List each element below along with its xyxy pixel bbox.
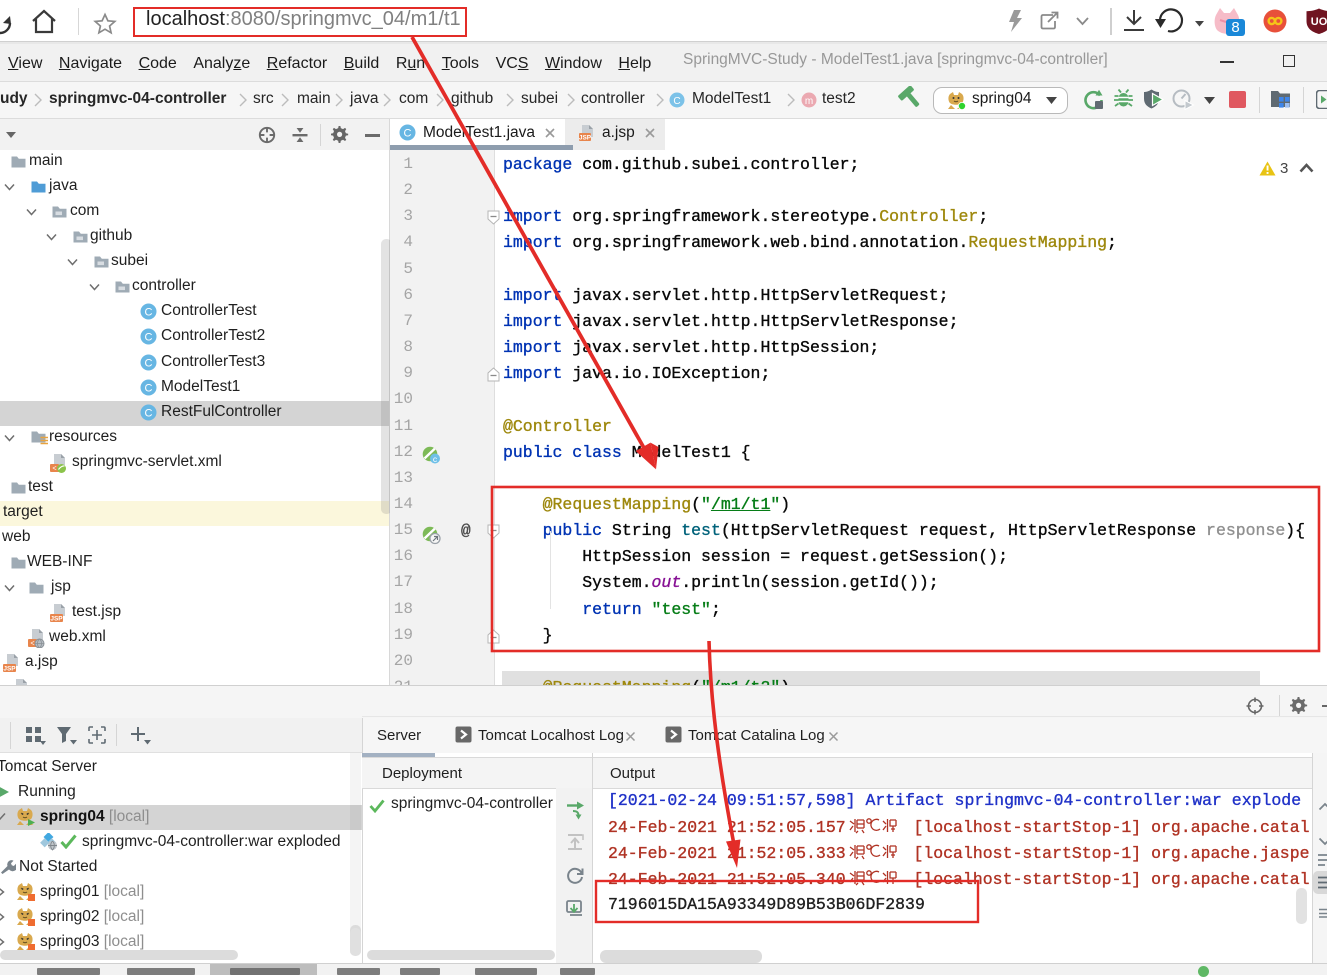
svg-text:m: m — [805, 96, 813, 107]
svg-text:C: C — [404, 128, 412, 140]
svg-text:JSP: JSP — [579, 134, 592, 141]
svg-text:UO: UO — [1311, 16, 1327, 28]
svg-text:C: C — [673, 96, 680, 107]
